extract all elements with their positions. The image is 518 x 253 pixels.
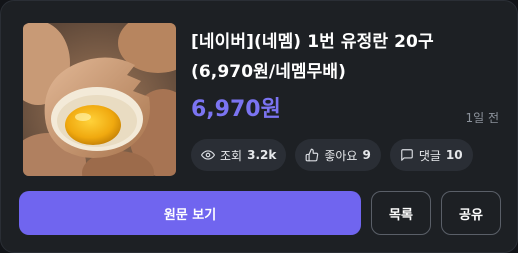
product-price: 6,970원 [191,97,281,122]
views-label: 조회 [220,148,243,163]
stats-bar: 조회 3.2k 좋아요 9 댓글 10 [191,139,473,171]
product-thumbnail[interactable] [23,23,176,176]
product-title-line2: (6,970원/네멤무배) [191,62,347,82]
list-button[interactable]: 목록 [371,191,431,235]
comment-icon [400,148,414,162]
comments-button[interactable]: 댓글 10 [389,139,473,171]
views-count: 3.2k [247,148,277,162]
posted-time: 1일 전 [465,111,499,125]
share-button[interactable]: 공유 [441,191,501,235]
thumbs-up-icon [305,148,319,162]
product-title-line1: [네이버](네멤) 1번 유정란 20구 [191,32,434,52]
likes-count: 9 [362,148,371,162]
egg-photo-icon [23,23,176,176]
comments-count: 10 [445,148,463,162]
eye-icon [201,148,215,162]
deal-card: [네이버](네멤) 1번 유정란 20구 (6,970원/네멤무배) 6,970… [0,0,518,253]
product-title[interactable]: [네이버](네멤) 1번 유정란 20구 (6,970원/네멤무배) [191,27,509,87]
view-original-button[interactable]: 원문 보기 [19,191,361,235]
likes-label: 좋아요 [324,148,358,163]
comments-label: 댓글 [418,148,441,163]
views-stat: 조회 3.2k [191,139,287,171]
likes-button[interactable]: 좋아요 9 [295,139,381,171]
